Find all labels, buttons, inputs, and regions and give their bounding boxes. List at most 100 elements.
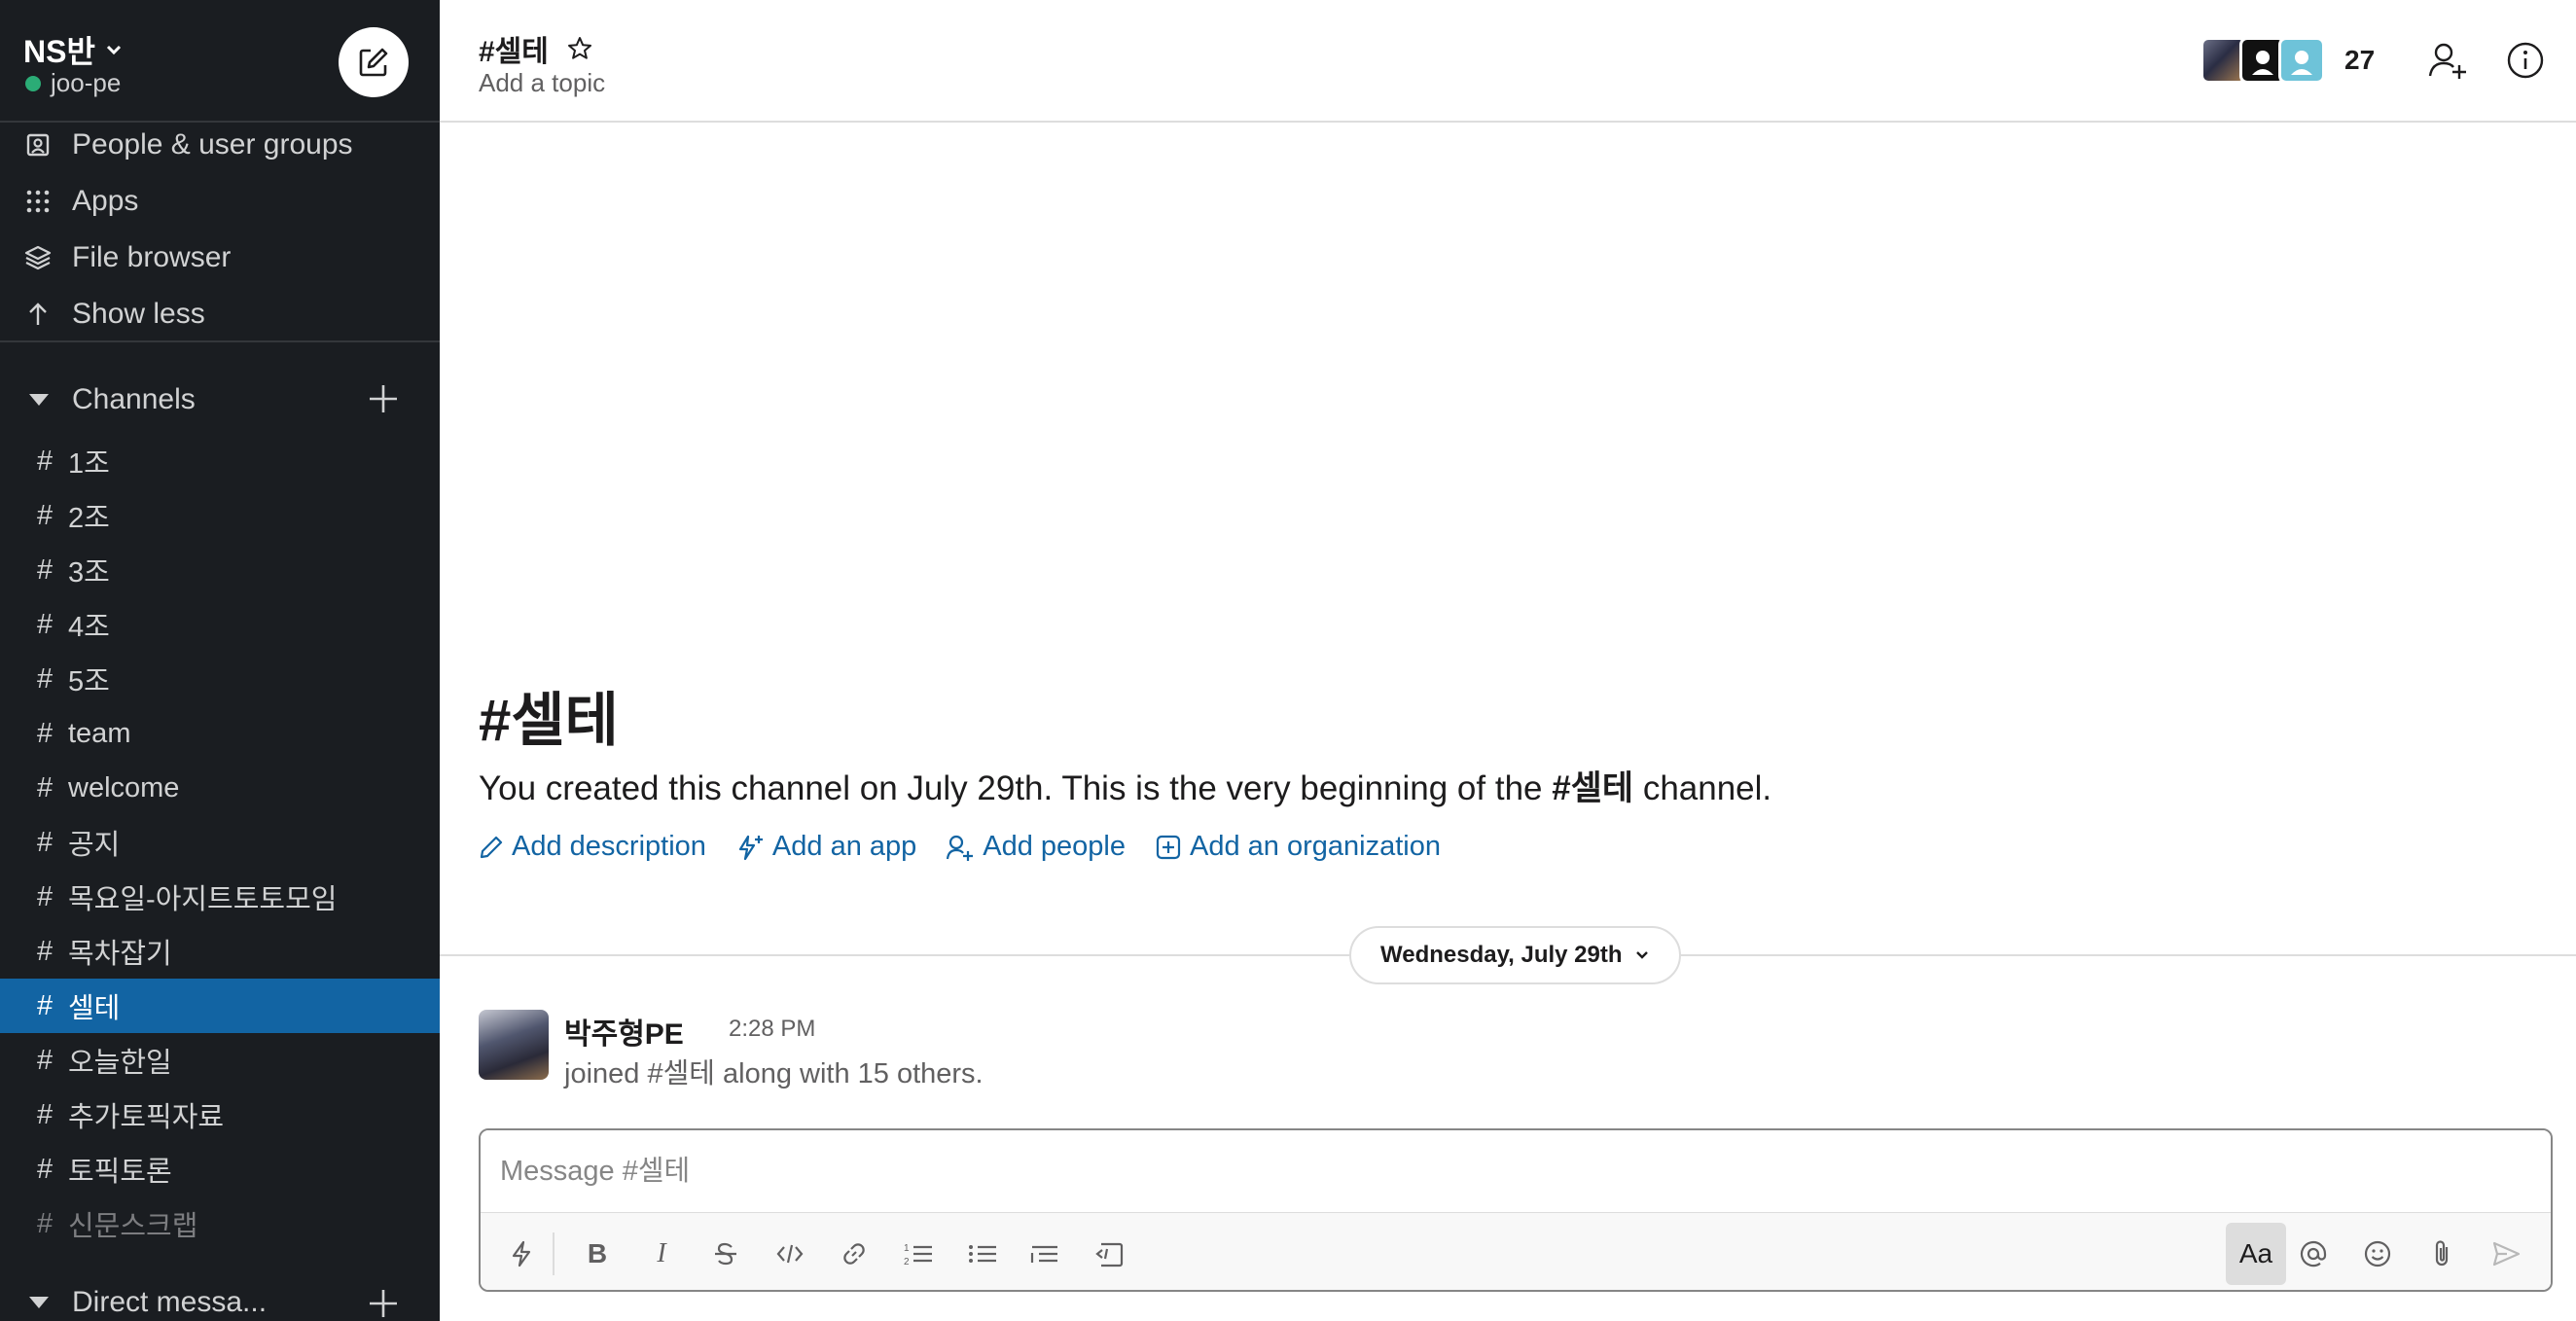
add-description-link[interactable]: Add description: [479, 831, 706, 863]
formatting-toggle-label: Aa: [2238, 1238, 2273, 1268]
ordered-list-button[interactable]: 12: [897, 1232, 940, 1275]
formatting-toggle-button[interactable]: Aa: [2226, 1223, 2286, 1285]
sidebar-channel-item[interactable]: # team: [0, 706, 440, 761]
smiley-icon: [2364, 1240, 2391, 1267]
message-timestamp[interactable]: 2:28 PM: [729, 1016, 815, 1043]
add-channel-icon[interactable]: [366, 381, 401, 416]
member-avatars[interactable]: [2200, 37, 2325, 84]
layers-icon: [23, 243, 53, 272]
add-organization-link[interactable]: Add an organization: [1155, 831, 1441, 863]
channels-section-label: Channels: [72, 383, 196, 415]
channel-view: #셀테 Add a topic 27 #셀테 You created this …: [440, 0, 2576, 1321]
add-people-link[interactable]: Add people: [946, 831, 1126, 863]
at-sign-icon: [2300, 1240, 2327, 1267]
attach-button[interactable]: [2420, 1232, 2463, 1275]
sidebar-item-people[interactable]: People & user groups: [0, 117, 440, 173]
sidebar-item-file-browser[interactable]: File browser: [0, 230, 440, 286]
caret-down-icon: [29, 394, 49, 406]
quote-button[interactable]: [1023, 1232, 1066, 1275]
add-direct-message-icon[interactable]: [366, 1286, 401, 1321]
sidebar-channel-item[interactable]: # 공지: [0, 815, 440, 870]
mention-button[interactable]: [2292, 1232, 2335, 1275]
chevron-down-icon: [106, 45, 121, 55]
paperclip-icon: [2435, 1240, 2449, 1267]
add-description-label: Add description: [512, 831, 706, 862]
message-input[interactable]: [481, 1130, 2551, 1212]
current-user-name: joo-pe: [51, 68, 122, 97]
channel-name: 토픽토론: [68, 1157, 172, 1188]
sidebar-channel-item[interactable]: # 오늘한일: [0, 1033, 440, 1088]
current-user-status[interactable]: joo-pe: [25, 68, 121, 98]
channel-title-button[interactable]: #셀테: [479, 27, 593, 70]
sidebar-channel-item[interactable]: #3조: [0, 543, 440, 597]
sidebar-item-show-less[interactable]: Show less: [0, 286, 440, 342]
add-app-label: Add an app: [771, 831, 917, 862]
send-icon: [2492, 1241, 2521, 1267]
send-button[interactable]: [2485, 1232, 2527, 1275]
workspace-name: NS반: [23, 34, 95, 69]
link-button[interactable]: [833, 1232, 876, 1275]
sidebar-channel-item[interactable]: # 신문스크랩: [0, 1196, 440, 1251]
workspace-switcher[interactable]: NS반: [23, 27, 123, 72]
add-organization-label: Add an organization: [1190, 831, 1441, 862]
sidebar-channel-item[interactable]: #1조: [0, 434, 440, 488]
avatar[interactable]: [479, 1010, 549, 1080]
sidebar-channel-item[interactable]: # 추가토픽자료: [0, 1088, 440, 1142]
date-divider-button[interactable]: Wednesday, July 29th: [1349, 926, 1681, 984]
message-author[interactable]: 박주형PE: [564, 1010, 684, 1053]
add-topic-link[interactable]: Add a topic: [479, 68, 605, 98]
channel-name: 목차잡기: [68, 939, 172, 970]
channel-hash-icon: #: [37, 1098, 54, 1130]
compose-button[interactable]: [339, 27, 409, 97]
channel-hash-icon: #: [37, 1153, 54, 1185]
code-icon: [776, 1244, 804, 1264]
member-count[interactable]: 27: [2344, 45, 2375, 76]
sidebar-nav: People & user groups Apps File browser S…: [0, 117, 440, 342]
shortcuts-button[interactable]: [500, 1232, 543, 1275]
sidebar-item-apps[interactable]: Apps: [0, 173, 440, 230]
sidebar-item-label: File browser: [72, 241, 232, 273]
channels-section-header[interactable]: Channels: [0, 372, 440, 428]
people-icon: [23, 130, 53, 160]
sidebar-channel-item[interactable]: #4조: [0, 597, 440, 652]
star-icon[interactable]: [566, 35, 593, 62]
direct-messages-section-header[interactable]: Direct messa...: [0, 1274, 440, 1321]
channel-intro-title: #셀테: [479, 688, 619, 753]
toolbar-separator: [553, 1232, 555, 1275]
channel-name: 1조: [68, 448, 110, 480]
member-avatar: [2278, 37, 2325, 84]
arrow-up-icon: [23, 300, 53, 329]
italic-icon: I: [657, 1238, 666, 1268]
channel-hash-icon: #: [37, 989, 54, 1021]
channel-list: #1조 #2조 #3조 #4조 #5조 # team # welcome # 공지 # 목요일-아지트토…: [0, 434, 440, 1251]
sidebar-channel-item[interactable]: #2조: [0, 488, 440, 543]
sidebar-channel-item[interactable]: # 목요일-아지트토토모임: [0, 870, 440, 924]
plus-square-icon: [1156, 835, 1181, 859]
channel-hash-icon: #: [37, 1044, 54, 1076]
channel-hash-icon: #: [37, 662, 54, 695]
emoji-button[interactable]: [2356, 1232, 2399, 1275]
code-block-button[interactable]: [1088, 1232, 1130, 1275]
ordered-list-icon: 12: [904, 1243, 932, 1267]
chevron-down-icon: [1635, 951, 1648, 959]
add-person-icon: [947, 835, 974, 861]
intro-text-end: channel.: [1633, 769, 1772, 807]
italic-button[interactable]: I: [640, 1232, 683, 1275]
bold-button[interactable]: B: [576, 1232, 619, 1275]
strikethrough-button[interactable]: [704, 1232, 747, 1275]
sidebar-channel-item[interactable]: # welcome: [0, 761, 440, 815]
code-button[interactable]: [769, 1232, 811, 1275]
add-app-link[interactable]: Add an app: [735, 831, 916, 863]
sidebar-channel-item[interactable]: # 셀테: [0, 979, 440, 1033]
sidebar-channel-item[interactable]: # 목차잡기: [0, 924, 440, 979]
svg-text:2: 2: [904, 1257, 910, 1267]
channel-name: 4조: [68, 612, 110, 643]
sidebar-channel-item[interactable]: # 토픽토론: [0, 1142, 440, 1196]
channel-hash-icon: #: [37, 717, 54, 749]
sidebar-channel-item[interactable]: #5조: [0, 652, 440, 706]
add-member-button[interactable]: [2426, 39, 2469, 82]
sidebar-item-label: People & user groups: [72, 128, 353, 161]
channel-details-button[interactable]: [2504, 39, 2547, 82]
bulleted-list-button[interactable]: [961, 1232, 1004, 1275]
message-composer: B I 12: [479, 1128, 2553, 1292]
